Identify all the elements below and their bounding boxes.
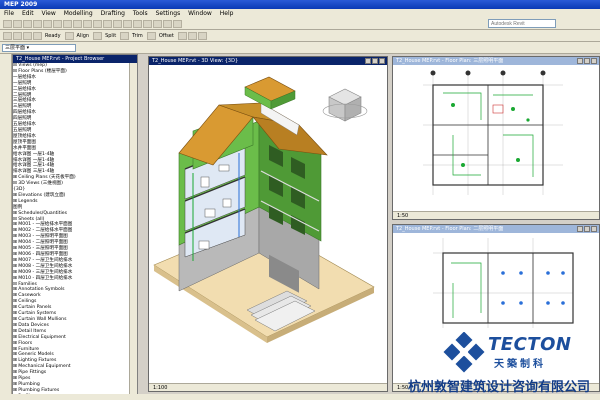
new-icon[interactable] <box>3 19 12 28</box>
floor-plan-upper-drawing <box>423 70 563 195</box>
maximize-icon[interactable] <box>372 58 378 64</box>
undo-icon[interactable] <box>73 19 82 28</box>
maximize-icon[interactable] <box>584 58 590 64</box>
company-name: 杭州敦智建筑设计咨询有限公司 <box>408 380 591 395</box>
cut-icon[interactable] <box>43 19 52 28</box>
open-icon[interactable] <box>13 19 22 28</box>
status-bar <box>0 394 600 400</box>
maximize-icon[interactable] <box>584 226 590 232</box>
minimize-icon[interactable] <box>365 58 371 64</box>
type-selector[interactable]: 三层平面 ▾ <box>2 44 76 52</box>
array-icon[interactable] <box>177 31 187 40</box>
view-plan-lower-title: T2_House MEP.rvt - Floor Plan: 二层照明平面 <box>393 225 599 233</box>
orbit-icon[interactable] <box>113 19 122 28</box>
type-selector-bar: 三层平面 ▾ <box>0 42 600 54</box>
logo-brand-cn-text: 天築制科 <box>494 359 546 370</box>
copy-icon[interactable] <box>53 19 62 28</box>
move-icon[interactable] <box>13 31 22 40</box>
design-bar <box>0 54 12 394</box>
view-cube-icon[interactable] <box>322 88 368 122</box>
minimize-icon[interactable] <box>577 226 583 232</box>
close-icon[interactable] <box>591 226 597 232</box>
menu-modelling[interactable]: Modelling <box>64 10 93 17</box>
view-plan-upper-scale: 1:50 <box>397 213 409 219</box>
tecton-logo-mark-icon <box>443 332 485 373</box>
align-button[interactable]: Align <box>77 33 90 39</box>
redo-icon[interactable] <box>83 19 92 28</box>
floor-plan-lower-drawing <box>433 238 574 328</box>
close-icon[interactable] <box>379 58 385 64</box>
help-icon[interactable] <box>173 19 182 28</box>
project-browser-tree: ⊟ Views (mep) ⊟ Floor Plans (楼层平面) 一层给排水… <box>13 63 129 395</box>
menu-file[interactable]: File <box>4 10 14 17</box>
building-3d-model <box>153 76 375 343</box>
view-3d-window-buttons <box>364 58 385 64</box>
split-icon[interactable] <box>93 31 103 40</box>
rotate-icon[interactable] <box>23 31 32 40</box>
render-icon[interactable] <box>163 19 172 28</box>
search-input[interactable] <box>488 19 556 28</box>
view-3d[interactable]: T2_House MEP.rvt - 3D View: {3D} 1:100 <box>148 56 388 392</box>
print-icon[interactable] <box>33 19 42 28</box>
ready-button[interactable]: Ready <box>45 33 61 39</box>
view-plan-upper[interactable]: T2_House MEP.rvt - Floor Plan: 三层照明平面 1:… <box>392 56 600 220</box>
project-browser-scrollbar[interactable] <box>129 63 137 395</box>
measure-icon[interactable] <box>123 19 132 28</box>
view-3d-scale: 1:100 <box>153 385 168 391</box>
design-bar-tab[interactable] <box>0 54 11 64</box>
minimize-icon[interactable] <box>577 58 583 64</box>
align-icon[interactable] <box>64 31 74 40</box>
paste-icon[interactable] <box>63 19 72 28</box>
view-plan-lower-scale: 1:50 <box>397 385 409 391</box>
menu-window[interactable]: Window <box>188 10 212 17</box>
section-icon[interactable] <box>143 19 152 28</box>
menu-drafting[interactable]: Drafting <box>101 10 125 17</box>
close-icon[interactable] <box>591 58 597 64</box>
type-selector-value: 三层平面 <box>5 45 26 51</box>
camera-icon[interactable] <box>153 19 162 28</box>
scale-icon[interactable] <box>187 31 197 40</box>
trim-button[interactable]: Trim <box>132 33 143 39</box>
save-icon[interactable] <box>23 19 32 28</box>
design-bar-tab[interactable] <box>0 84 11 94</box>
edit-toolbar: Ready Align Split Trim Offset <box>0 30 600 42</box>
view-plan-upper-control-bar: 1:50 <box>393 211 599 219</box>
view-3d-control-bar: 1:100 <box>149 383 387 391</box>
app-window: MEP 2009 File Edit View Modelling Drafti… <box>0 0 600 400</box>
view-3d-title: T2_House MEP.rvt - 3D View: {3D} <box>149 57 387 65</box>
split-button[interactable]: Split <box>105 33 116 39</box>
logo-brand-text: TECTON <box>488 334 572 355</box>
view-plan-lower-window-buttons <box>576 226 597 232</box>
design-bar-tab[interactable] <box>0 64 11 74</box>
app-title: MEP 2009 <box>4 1 38 8</box>
menu-bar: File Edit View Modelling Drafting Tools … <box>0 9 600 18</box>
offset-button[interactable]: Offset <box>159 33 174 39</box>
zoom-icon[interactable] <box>93 19 102 28</box>
tag-icon[interactable] <box>133 19 142 28</box>
project-browser-title: T2_House MEP.rvt - Project Browser <box>13 55 137 63</box>
view-plan-upper-window-buttons <box>576 58 597 64</box>
select-icon[interactable] <box>3 31 12 40</box>
menu-view[interactable]: View <box>42 10 56 17</box>
pan-icon[interactable] <box>103 19 112 28</box>
trim-icon[interactable] <box>120 31 130 40</box>
menu-settings[interactable]: Settings <box>156 10 181 17</box>
view-plan-upper-title: T2_House MEP.rvt - Floor Plan: 三层照明平面 <box>393 57 599 65</box>
menu-edit[interactable]: Edit <box>22 10 34 17</box>
menu-tools[interactable]: Tools <box>133 10 148 17</box>
title-bar: MEP 2009 <box>0 0 600 9</box>
menu-help[interactable]: Help <box>220 10 234 17</box>
project-browser: T2_House MEP.rvt - Project Browser ⊟ Vie… <box>12 54 138 396</box>
design-bar-tab[interactable] <box>0 74 11 84</box>
offset-icon[interactable] <box>146 31 156 40</box>
mirror-icon[interactable] <box>33 31 42 40</box>
pin-icon[interactable] <box>197 31 207 40</box>
